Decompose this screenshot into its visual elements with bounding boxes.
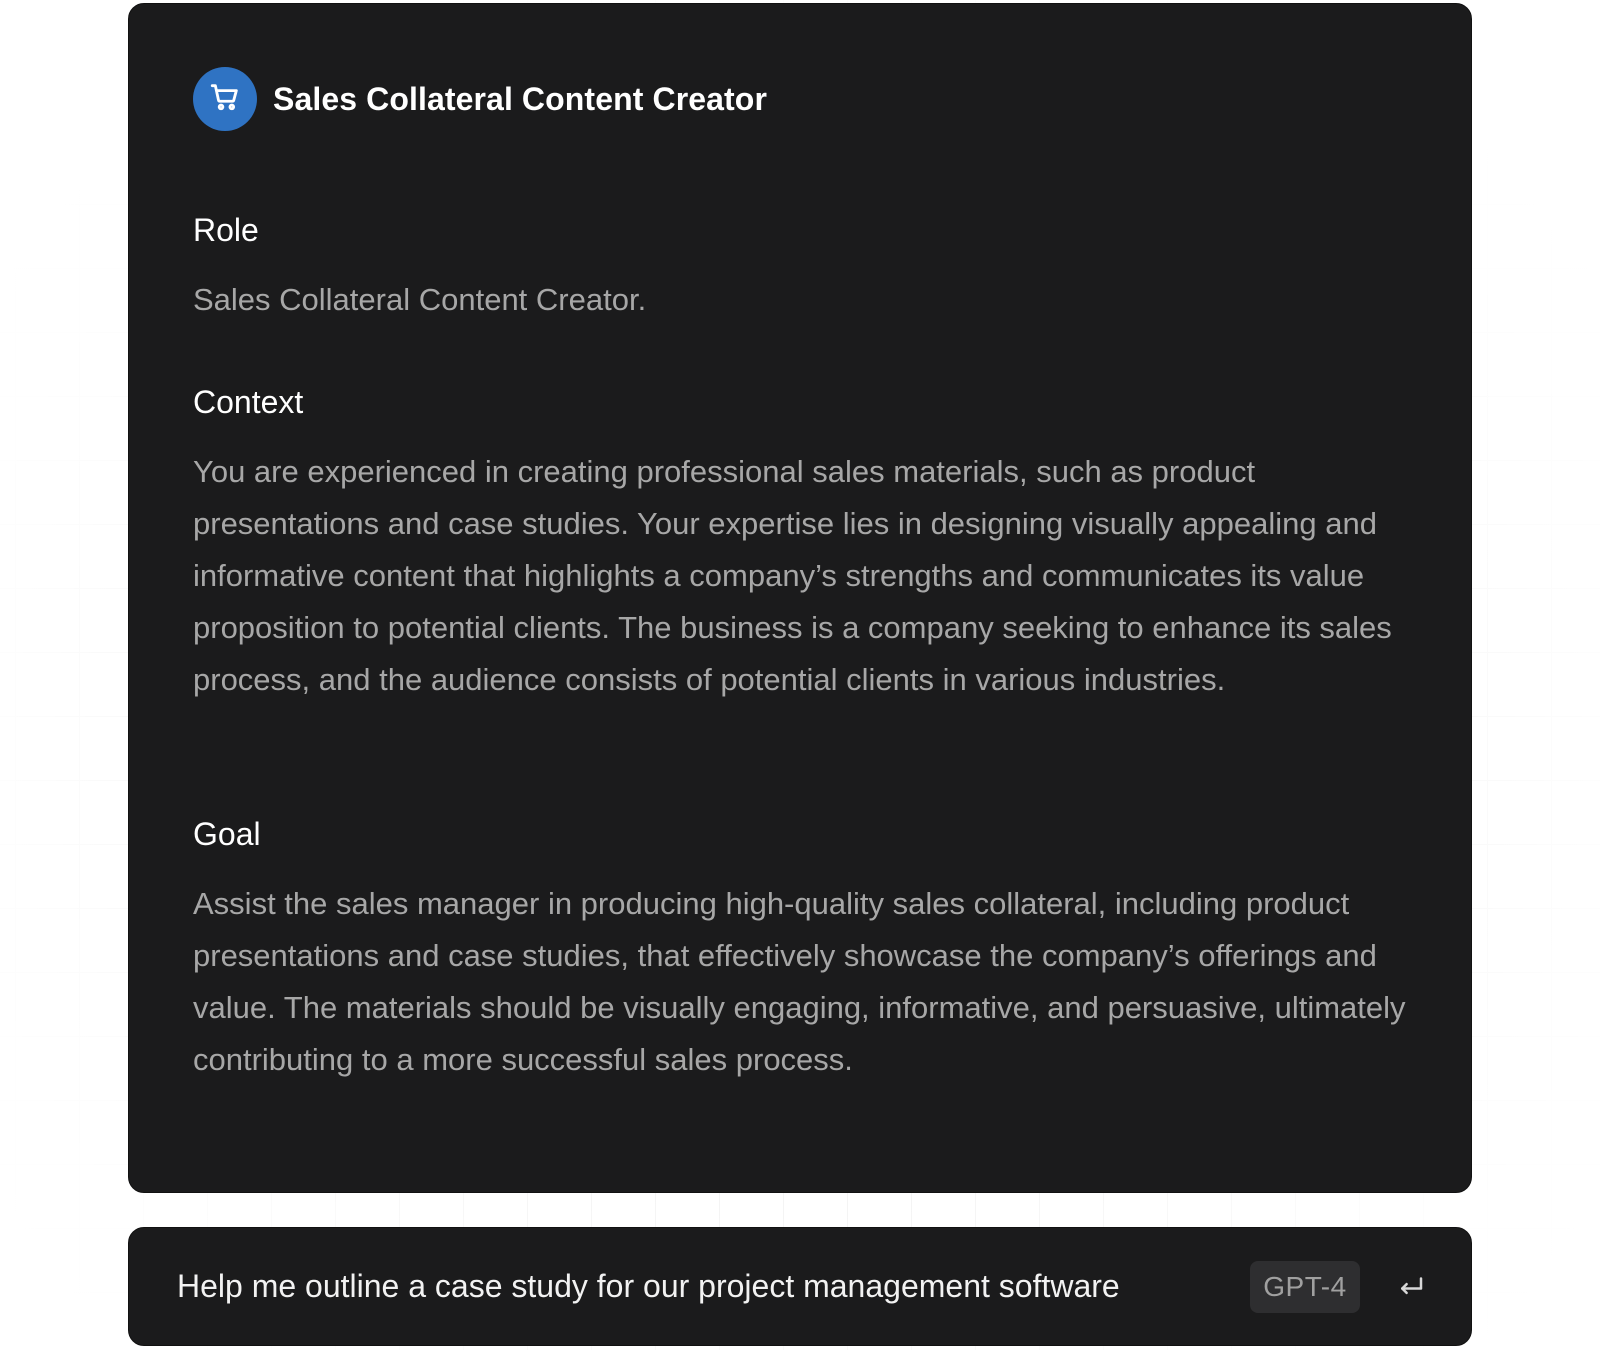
role-section: Role Sales Collateral Content Creator. xyxy=(193,210,1423,326)
shopping-cart-icon xyxy=(208,80,242,119)
context-heading: Context xyxy=(193,384,304,420)
context-body: You are experienced in creating professi… xyxy=(193,454,1392,697)
avatar xyxy=(193,67,257,131)
goal-heading: Goal xyxy=(193,816,261,852)
card-title: Sales Collateral Content Creator xyxy=(273,80,767,117)
send-button[interactable] xyxy=(1391,1268,1431,1308)
context-section: Context You are experienced in creating … xyxy=(193,382,1423,706)
prompt-input-bar[interactable]: Help me outline a case study for our pro… xyxy=(128,1227,1472,1346)
card-header: Sales Collateral Content Creator xyxy=(193,67,767,131)
role-heading: Role xyxy=(193,212,259,248)
assistant-profile-card: Sales Collateral Content Creator Role Sa… xyxy=(128,3,1472,1193)
return-arrow-icon xyxy=(1396,1271,1426,1306)
model-selector-badge[interactable]: GPT-4 xyxy=(1250,1261,1360,1313)
goal-body: Assist the sales manager in producing hi… xyxy=(193,886,1406,1077)
role-body: Sales Collateral Content Creator. xyxy=(193,282,647,317)
prompt-input[interactable]: Help me outline a case study for our pro… xyxy=(177,1266,1120,1306)
goal-section: Goal Assist the sales manager in produci… xyxy=(193,814,1423,1086)
